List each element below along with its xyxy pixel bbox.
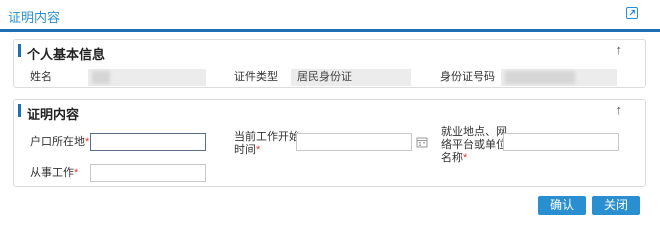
- calendar-icon[interactable]: [416, 136, 428, 148]
- occupation-input[interactable]: [90, 164, 206, 182]
- hukou-input[interactable]: [90, 133, 206, 151]
- dialog-title-bar: 证明内容: [0, 0, 660, 32]
- name-redaction: [92, 71, 110, 84]
- required-mark: *: [74, 167, 79, 179]
- title-divider: [0, 29, 660, 32]
- id-type-value: 居民身份证: [297, 71, 352, 83]
- basic-info-header[interactable]: 个人基本信息 ↑: [14, 40, 645, 62]
- dialog-title: 证明内容: [8, 10, 61, 25]
- employer-input[interactable]: [503, 133, 619, 151]
- proof-panel: 证明内容 ↑ 户口所在地* 当前工作开始 时间* 就业地点、网 络平台或单位 名…: [13, 99, 646, 187]
- id-type-field: 居民身份证: [291, 69, 411, 86]
- id-type-label: 证件类型: [234, 71, 278, 83]
- proof-header[interactable]: 证明内容 ↑: [14, 100, 645, 122]
- basic-info-panel: 个人基本信息 ↑ 姓名 证件类型 居民身份证 身份证号码: [13, 39, 646, 88]
- required-mark: *: [463, 152, 468, 164]
- id-number-label: 身份证号码: [440, 71, 495, 83]
- close-button[interactable]: 关闭: [592, 196, 640, 215]
- arrow-up-icon[interactable]: ↑: [616, 103, 623, 116]
- name-label: 姓名: [30, 71, 52, 83]
- popout-icon[interactable]: [626, 7, 638, 19]
- occupation-label: 从事工作*: [30, 167, 79, 179]
- work-start-label: 当前工作开始 时间*: [234, 131, 300, 156]
- work-start-date-input[interactable]: [296, 133, 412, 151]
- id-number-redaction: [505, 71, 575, 84]
- section-accent-bar: [18, 104, 21, 117]
- required-mark: *: [85, 136, 90, 148]
- required-mark: *: [256, 144, 261, 156]
- employer-label: 就业地点、网 络平台或单位 名称*: [441, 126, 507, 164]
- arrow-up-icon[interactable]: ↑: [616, 43, 623, 56]
- proof-title: 证明内容: [27, 107, 80, 122]
- hukou-label: 户口所在地*: [30, 136, 90, 148]
- basic-info-title: 个人基本信息: [27, 47, 106, 62]
- section-accent-bar: [18, 44, 21, 57]
- confirm-button[interactable]: 确认: [538, 196, 586, 215]
